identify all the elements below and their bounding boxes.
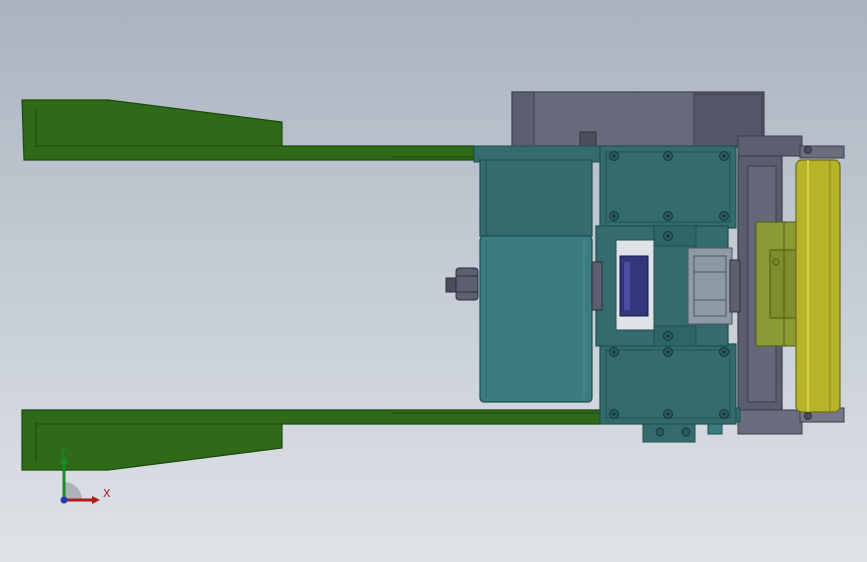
bolt [681, 427, 691, 437]
bolt [609, 347, 619, 357]
cad-model-scene[interactable]: Y X [0, 0, 867, 562]
bolt [609, 211, 619, 221]
bolt [663, 347, 673, 357]
bolt [719, 409, 729, 419]
triad-y-label: Y [59, 445, 67, 458]
cad-graphics-viewport[interactable]: Y X [0, 0, 867, 562]
bolt [663, 409, 673, 419]
fork-arm-bottom[interactable] [21, 409, 601, 471]
bolt [719, 211, 729, 221]
bolt [663, 151, 673, 161]
bolt [655, 427, 665, 437]
bolt [804, 412, 812, 420]
bolt [663, 231, 673, 241]
bolt [663, 331, 673, 341]
triad-x-label: X [103, 487, 111, 500]
bolt [609, 151, 619, 161]
bolt [663, 211, 673, 221]
feed-roller[interactable] [795, 159, 841, 413]
bolt [719, 347, 729, 357]
bolt [609, 409, 619, 419]
shaft-nut[interactable] [445, 267, 479, 301]
center-frame[interactable] [595, 225, 733, 347]
gearbox-housing[interactable] [511, 91, 765, 148]
bolt [804, 146, 812, 154]
pressure-pad[interactable] [619, 255, 649, 317]
bolt [719, 151, 729, 161]
drive-motor[interactable] [479, 159, 593, 403]
fork-arm-top[interactable] [21, 99, 475, 161]
